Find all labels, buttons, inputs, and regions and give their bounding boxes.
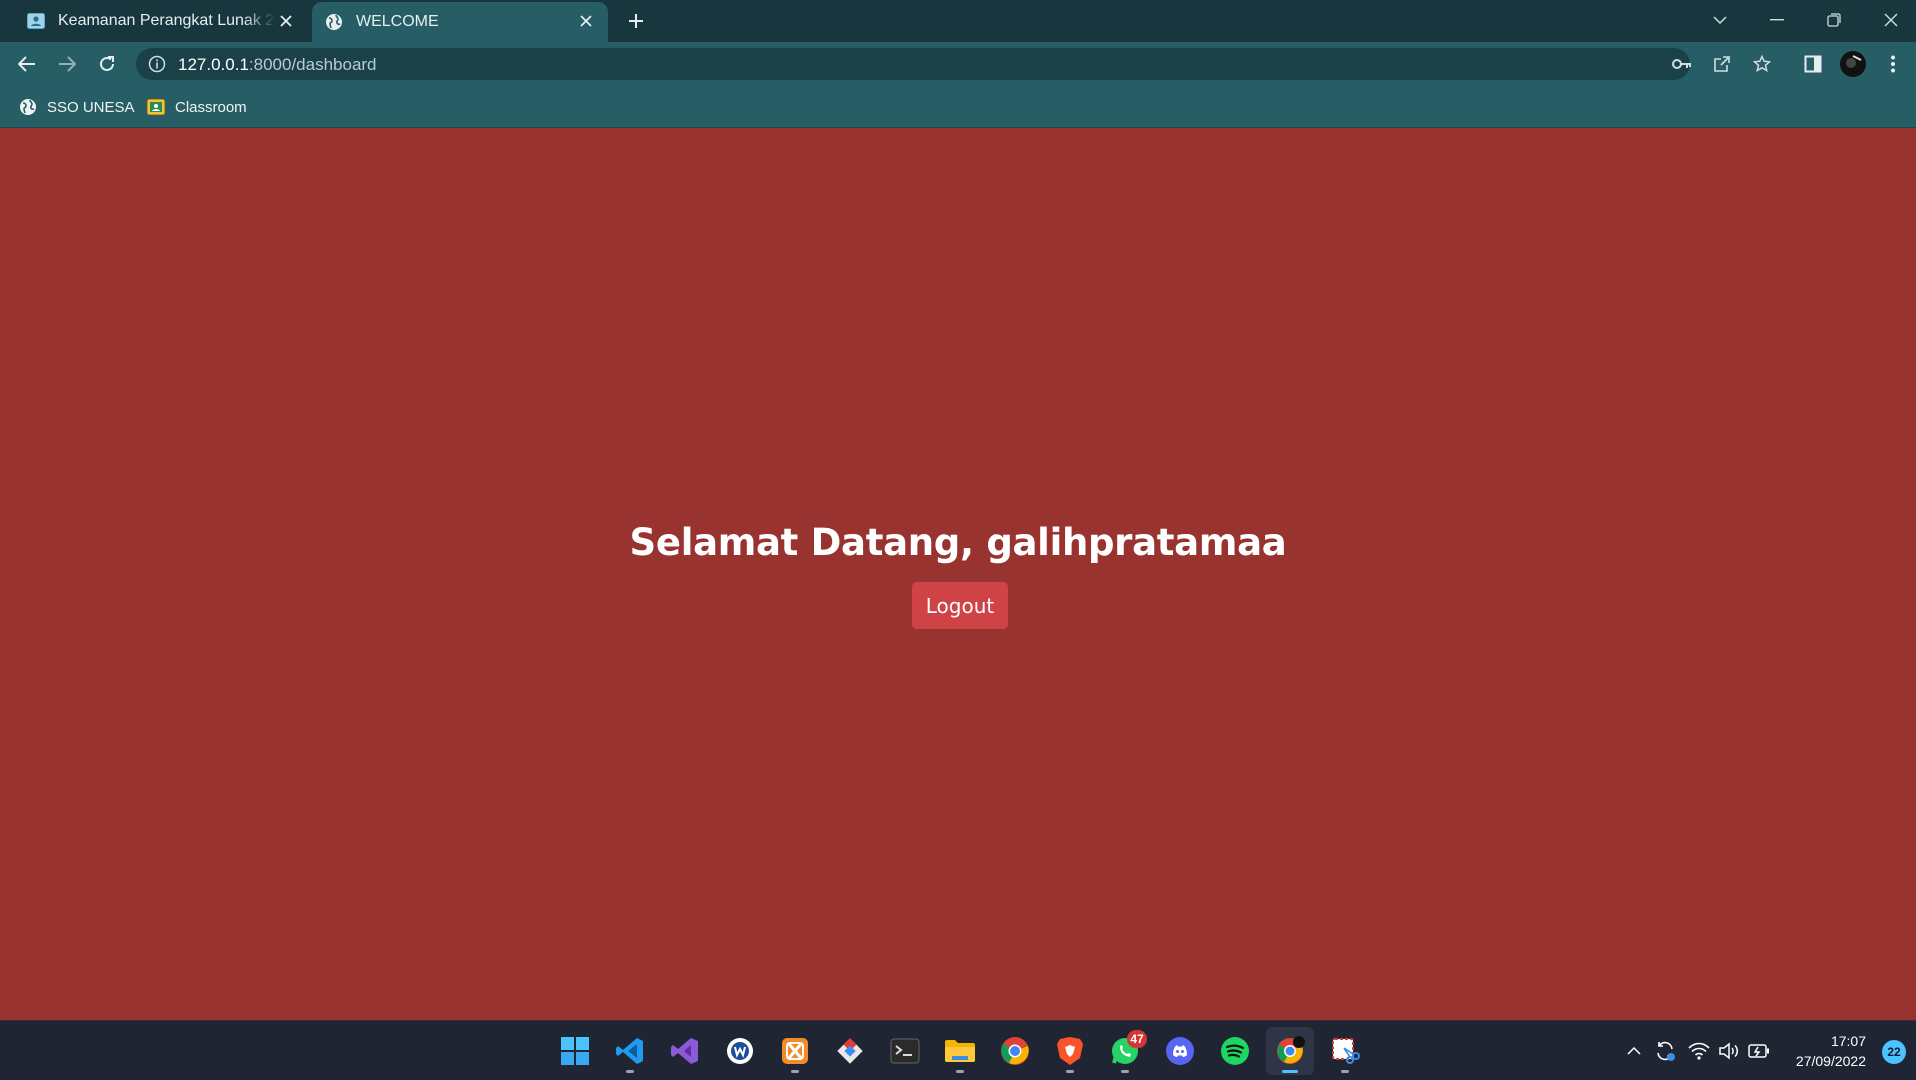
battery-icon[interactable]: [1746, 1039, 1772, 1063]
windows-taskbar: 47 17:07 27/09/2022 22: [0, 1020, 1916, 1080]
restore-icon: [1827, 13, 1841, 27]
tab-welcome[interactable]: WELCOME: [312, 2, 608, 42]
volume-icon[interactable]: [1716, 1039, 1742, 1063]
bookmarks-bar: SSO UNESA Classroom: [0, 86, 1916, 128]
show-hidden-icons-chevron-icon[interactable]: [1621, 1039, 1647, 1063]
running-indicator: [1121, 1070, 1129, 1073]
brave-icon[interactable]: [1046, 1027, 1094, 1075]
back-button[interactable]: [13, 50, 41, 78]
discord-icon[interactable]: [1156, 1027, 1204, 1075]
welcome-heading: Selamat Datang, galihpratamaa: [629, 521, 1287, 564]
close-tab-icon[interactable]: [276, 11, 296, 31]
running-indicator: [791, 1070, 799, 1073]
xampp-icon[interactable]: [771, 1027, 819, 1075]
avatar[interactable]: [1839, 50, 1867, 78]
close-icon: [1884, 13, 1898, 27]
side-panel-icon[interactable]: [1799, 50, 1827, 78]
bookmark-label: Classroom: [175, 98, 247, 116]
clock-date: 27/09/2022: [1795, 1053, 1866, 1069]
tab-search-button[interactable]: [1700, 4, 1740, 36]
running-indicator: [1341, 1070, 1349, 1073]
notification-count-badge[interactable]: 22: [1882, 1040, 1906, 1064]
tab-title: WELCOME: [356, 13, 439, 30]
logout-button[interactable]: Logout: [912, 582, 1008, 629]
system-clock[interactable]: 17:07 27/09/2022: [1796, 1031, 1866, 1071]
folder-icon[interactable]: [936, 1027, 984, 1075]
arrow-left-icon: [18, 56, 35, 72]
sync-icon[interactable]: [1652, 1039, 1678, 1063]
chevron-down-icon: [1713, 16, 1727, 24]
address-bar[interactable]: 127.0.0.1:8000/dashboard: [136, 48, 1771, 80]
chrome-icon[interactable]: [991, 1027, 1039, 1075]
minimize-button[interactable]: [1757, 4, 1797, 36]
forward-button[interactable]: [53, 50, 81, 78]
reload-button[interactable]: [93, 50, 121, 78]
writer-icon[interactable]: [716, 1027, 764, 1075]
spotify-icon[interactable]: [1211, 1027, 1259, 1075]
plus-icon: [629, 14, 643, 28]
reload-icon: [100, 56, 114, 71]
wifi-icon[interactable]: [1686, 1039, 1712, 1063]
tab-title: Keamanan Perangkat Lunak 2020: [58, 12, 276, 29]
close-tab-icon[interactable]: [576, 11, 596, 31]
restore-button[interactable]: [1814, 4, 1854, 36]
menu-kebab-icon[interactable]: [1879, 50, 1907, 78]
new-tab-button[interactable]: [622, 9, 650, 33]
url-text: 127.0.0.1:8000/dashboard: [178, 55, 377, 75]
page-content: Selamat Datang, galihpratamaa Logout: [0, 129, 1916, 1020]
url-host: 127.0.0.1: [178, 55, 249, 74]
windows-icon[interactable]: [551, 1027, 599, 1075]
globe-icon: [18, 97, 38, 117]
arrow-right-icon: [59, 56, 76, 72]
browser-titlebar: Keamanan Perangkat Lunak 2020 WELCOME: [0, 0, 1916, 42]
snipping-tool-icon[interactable]: [1321, 1027, 1369, 1075]
bookmark-label: SSO UNESA: [47, 98, 135, 116]
bookmark-classroom[interactable]: Classroom: [146, 96, 247, 118]
tab-classroom[interactable]: Keamanan Perangkat Lunak 2020: [14, 0, 308, 42]
classroom-icon: [146, 97, 166, 117]
minimize-icon: [1770, 19, 1784, 21]
close-window-button[interactable]: [1871, 4, 1911, 36]
git-icon[interactable]: [826, 1027, 874, 1075]
unread-badge: 47: [1127, 1030, 1147, 1048]
visual-studio-icon[interactable]: [661, 1027, 709, 1075]
running-indicator: [626, 1070, 634, 1073]
clock-time: 17:07: [1830, 1033, 1866, 1049]
bookmark-sso-unesa[interactable]: SSO UNESA: [18, 96, 135, 118]
url-path: :8000/dashboard: [248, 55, 377, 74]
classroom-icon: [26, 11, 46, 31]
whatsapp-icon[interactable]: 47: [1101, 1027, 1149, 1075]
bookmark-star-icon[interactable]: [1750, 53, 1774, 75]
vscode-icon[interactable]: [606, 1027, 654, 1075]
key-icon[interactable]: [1670, 53, 1694, 75]
globe-icon: [324, 12, 344, 32]
terminal-icon[interactable]: [881, 1027, 929, 1075]
running-indicator: [1066, 1070, 1074, 1073]
running-indicator: [1282, 1070, 1298, 1073]
info-icon[interactable]: [148, 55, 166, 73]
running-indicator: [956, 1070, 964, 1073]
browser-toolbar: 127.0.0.1:8000/dashboard: [0, 42, 1916, 86]
share-icon[interactable]: [1710, 53, 1734, 75]
chrome-profile-icon[interactable]: [1266, 1027, 1314, 1075]
